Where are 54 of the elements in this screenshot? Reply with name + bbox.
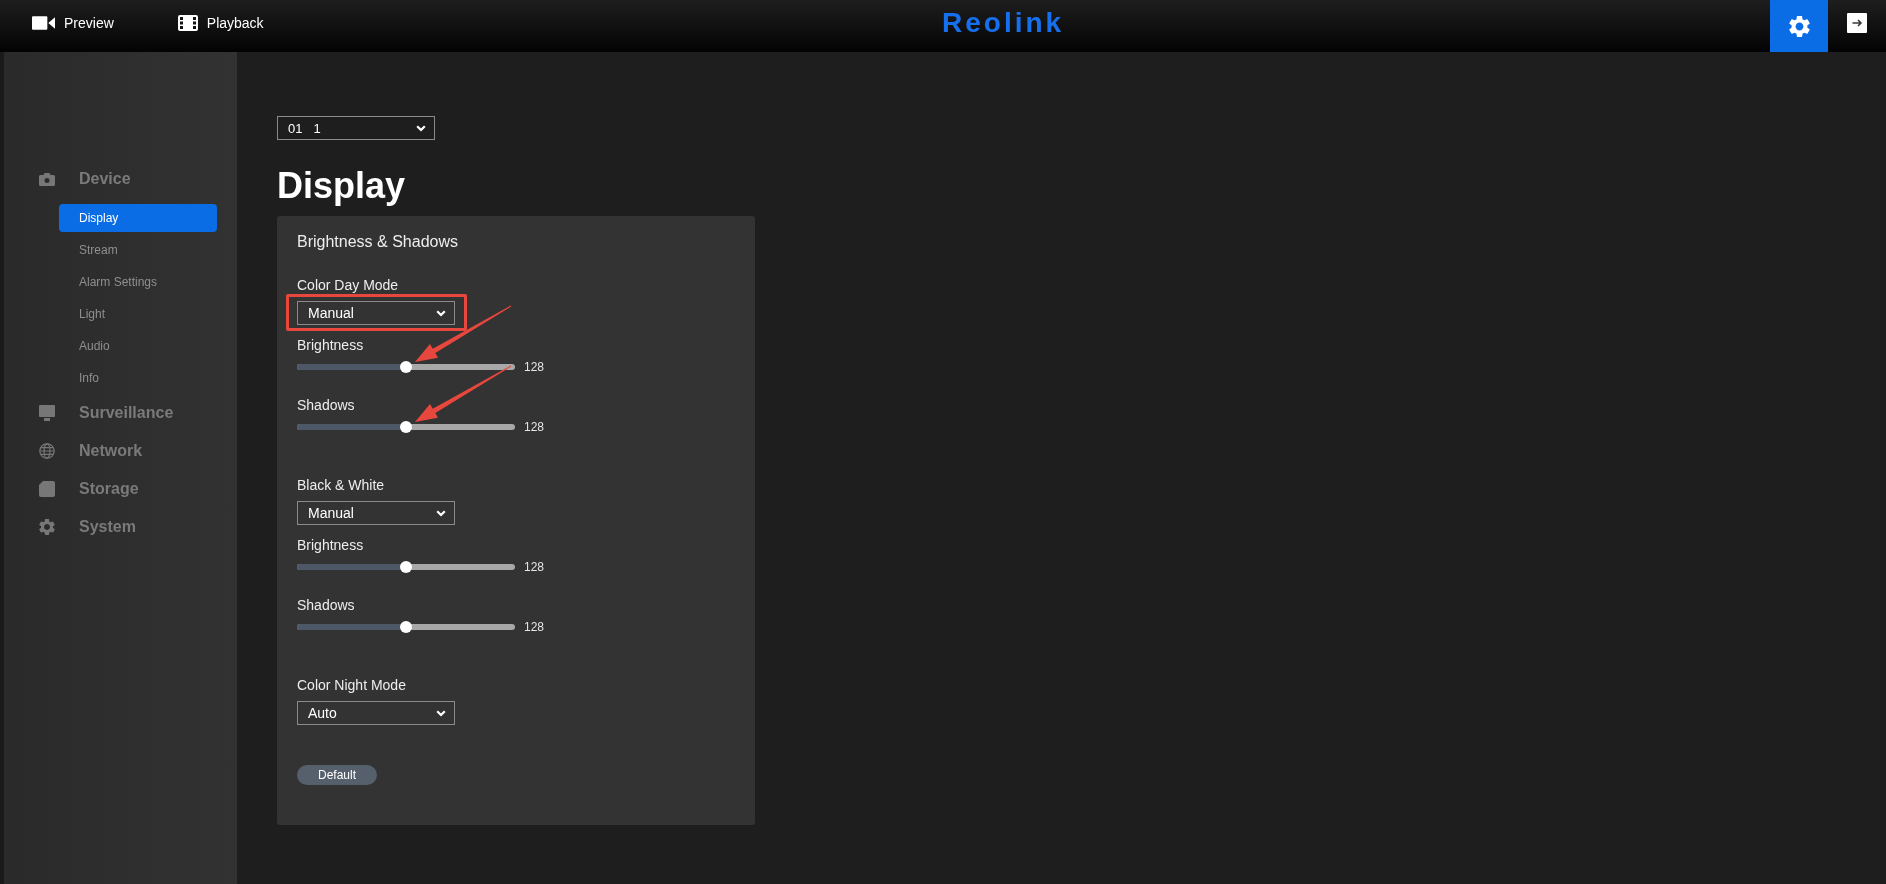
- slider-value: 128: [524, 560, 545, 574]
- slider-thumb[interactable]: [400, 361, 412, 373]
- channel-select[interactable]: 01 1: [277, 116, 435, 140]
- field-label: Black & White: [297, 476, 385, 494]
- mode-select[interactable]: Auto: [297, 701, 455, 725]
- field-label: Color Day Mode: [297, 276, 399, 294]
- camera-icon: [39, 171, 55, 187]
- sidebar-item[interactable]: Stream: [59, 236, 217, 264]
- nav-tab[interactable]: Playback: [177, 15, 264, 31]
- sidebar-heading[interactable]: Device: [39, 160, 131, 198]
- sidebar-heading[interactable]: Network: [39, 432, 143, 470]
- film-icon: [177, 15, 198, 31]
- sidebar-item[interactable]: Info: [59, 364, 217, 392]
- logout-icon: [1847, 13, 1867, 33]
- slider-value: 128: [524, 360, 545, 374]
- slider-label: Brightness: [297, 536, 364, 554]
- slider-label: Brightness: [297, 336, 364, 354]
- default-button[interactable]: Default: [297, 765, 377, 785]
- settings-icon: [1788, 15, 1810, 37]
- nav-tab[interactable]: Preview: [32, 15, 114, 31]
- chevron-down-icon: [416, 124, 426, 132]
- mode-select[interactable]: Manual: [297, 301, 455, 325]
- monitor-icon: [39, 405, 55, 421]
- sidebar-item[interactable]: Alarm Settings: [59, 268, 217, 296]
- globe-icon: [39, 443, 55, 459]
- slider[interactable]: [297, 561, 515, 573]
- chevron-down-icon: [436, 309, 446, 317]
- page-title: Display: [277, 164, 406, 208]
- sidebar-heading[interactable]: Storage: [39, 470, 139, 508]
- slider[interactable]: [297, 621, 515, 633]
- panel-title: Brightness & Shadows: [297, 232, 458, 252]
- slider-thumb[interactable]: [400, 561, 412, 573]
- slider-value: 128: [524, 420, 545, 434]
- slider[interactable]: [297, 421, 515, 433]
- slider-value: 128: [524, 620, 545, 634]
- sd-card-icon: [39, 481, 55, 497]
- sidebar-item[interactable]: Audio: [59, 332, 217, 360]
- sidebar-item[interactable]: Display: [59, 204, 217, 232]
- sidebar-heading[interactable]: System: [39, 508, 136, 546]
- settings-button[interactable]: [1770, 0, 1828, 52]
- gear-icon: [39, 519, 55, 535]
- slider-label: Shadows: [297, 396, 355, 414]
- mode-select[interactable]: Manual: [297, 501, 455, 525]
- logo: Reolink: [942, 7, 1065, 39]
- sidebar-heading[interactable]: Surveillance: [39, 394, 174, 432]
- slider-label: Shadows: [297, 596, 355, 614]
- slider-thumb[interactable]: [400, 621, 412, 633]
- slider[interactable]: [297, 361, 515, 373]
- slider-thumb[interactable]: [400, 421, 412, 433]
- field-label: Color Night Mode: [297, 676, 406, 694]
- video-camera-icon: [32, 15, 55, 31]
- chevron-down-icon: [436, 509, 446, 517]
- chevron-down-icon: [436, 709, 446, 717]
- sidebar-item[interactable]: Light: [59, 300, 217, 328]
